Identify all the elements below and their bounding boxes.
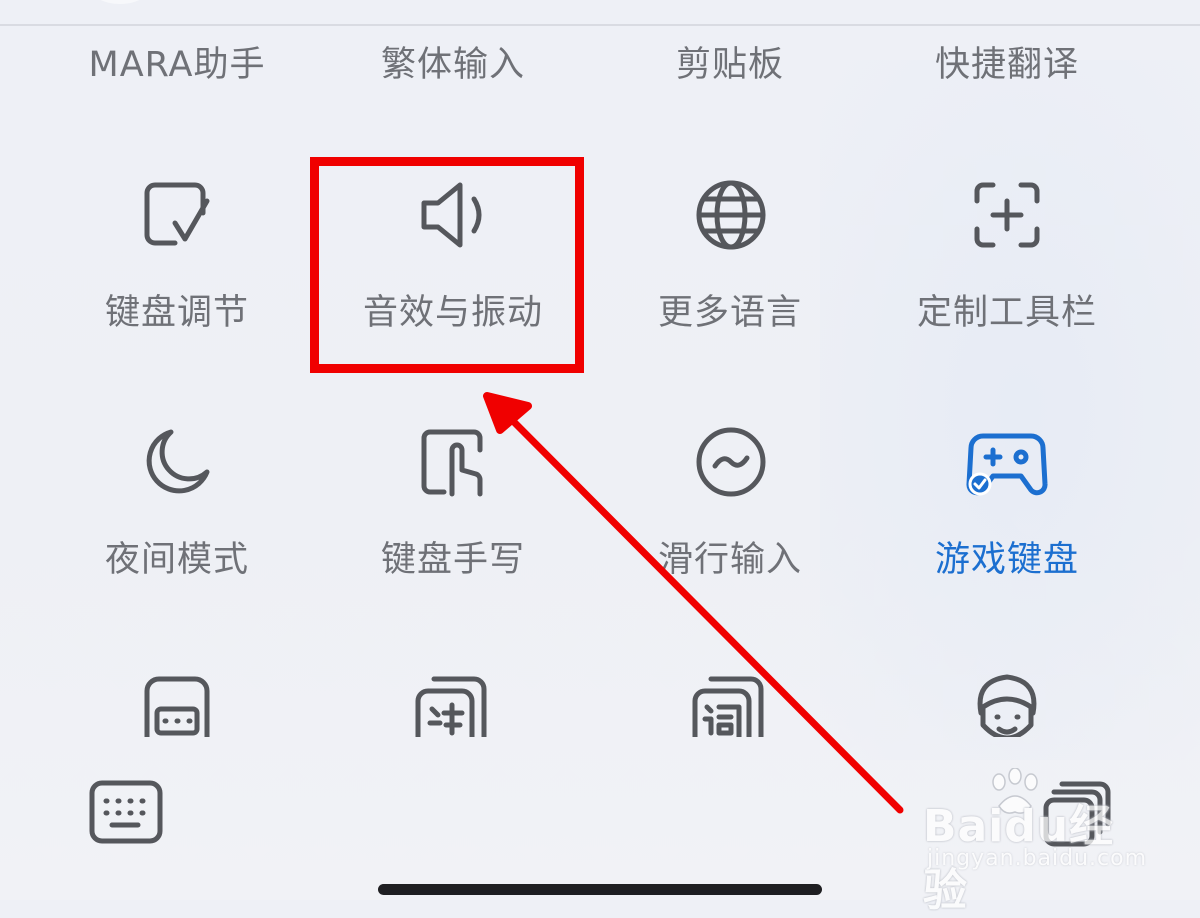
watermark-url: jingyan.baidu.com [927, 846, 1148, 871]
keyboard-icon[interactable] [88, 779, 164, 845]
background-glow [820, 60, 1200, 760]
keyboard-frame-icon[interactable] [135, 667, 219, 737]
translate-icon[interactable] [412, 667, 496, 737]
mara-assistant-button[interactable]: MARA助手 [39, 36, 315, 87]
annotation-highlight-box [310, 157, 584, 373]
customize-toolbar-label[interactable]: 定制工具栏 [869, 284, 1145, 335]
avatar-face-icon[interactable] [965, 667, 1049, 737]
top-partial-icon [90, 0, 150, 4]
clipboard-button[interactable]: 剪贴板 [592, 36, 868, 87]
globe-icon[interactable] [689, 173, 773, 257]
handwriting-icon[interactable] [412, 420, 496, 504]
home-indicator[interactable] [378, 884, 822, 895]
swipe-input-label[interactable]: 滑行输入 [592, 531, 868, 582]
moon-icon[interactable] [135, 420, 219, 504]
word-icon[interactable] [689, 667, 773, 737]
keyboard-adjust-label[interactable]: 键盘调节 [39, 284, 315, 335]
quick-translate-button[interactable]: 快捷翻译 [869, 36, 1145, 87]
keyboard-handwriting-label[interactable]: 键盘手写 [315, 531, 591, 582]
more-languages-label[interactable]: 更多语言 [592, 284, 868, 335]
baidu-watermark: Baidu经验 jingyan.baidu.com [915, 768, 1148, 916]
top-divider [0, 24, 1200, 26]
customize-toolbar-icon[interactable] [965, 173, 1049, 257]
swipe-input-icon[interactable] [689, 420, 773, 504]
game-keyboard-label[interactable]: 游戏键盘 [869, 531, 1145, 582]
keyboard-adjust-icon[interactable] [135, 173, 219, 257]
gamepad-icon[interactable] [965, 420, 1049, 504]
traditional-input-button[interactable]: 繁体输入 [315, 36, 591, 87]
night-mode-label[interactable]: 夜间模式 [39, 531, 315, 582]
